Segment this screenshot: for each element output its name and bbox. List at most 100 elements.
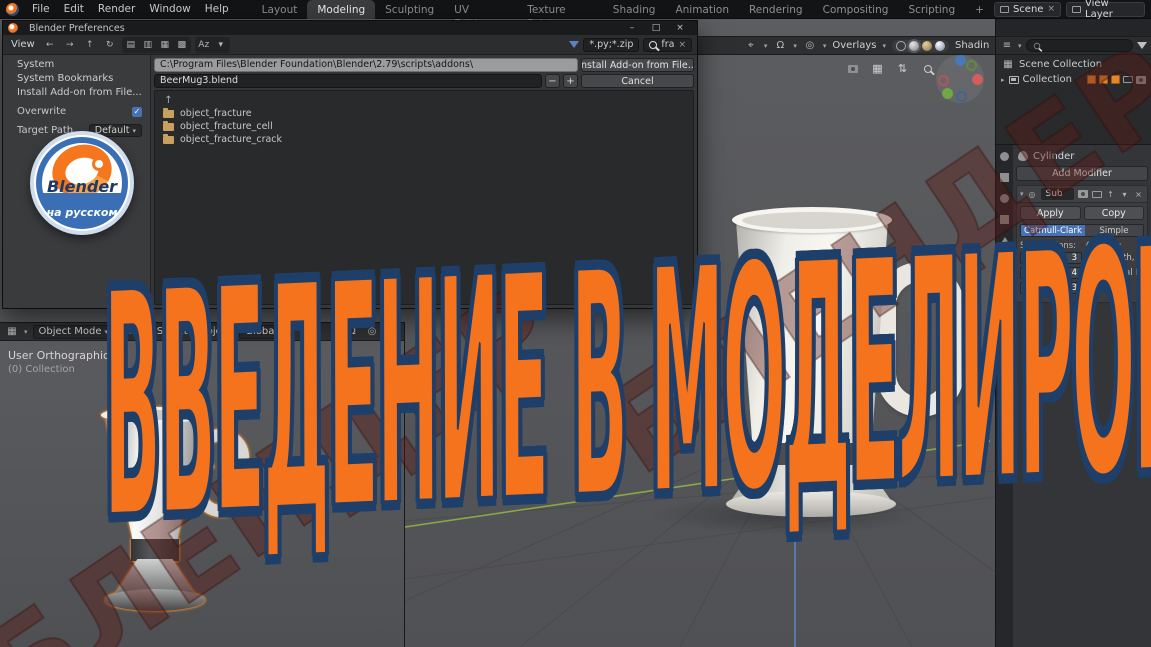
render-tab-icon[interactable] bbox=[996, 170, 1013, 185]
file-row[interactable]: object_fracture_crack bbox=[155, 133, 693, 146]
object-tab-icon[interactable] bbox=[996, 275, 1013, 290]
back-icon[interactable]: ← bbox=[42, 38, 58, 52]
sort-order-icon[interactable]: ▾ bbox=[213, 38, 229, 52]
mug-object[interactable] bbox=[648, 207, 1008, 537]
tab-animation[interactable]: Animation bbox=[665, 0, 739, 19]
pan-hand-icon[interactable]: ⇅ bbox=[895, 61, 910, 76]
tab-shading[interactable]: Shading bbox=[603, 0, 666, 19]
camera-view-icon[interactable] bbox=[845, 61, 860, 76]
sidebar-item-system-bookmarks[interactable]: System Bookmarks bbox=[3, 72, 150, 86]
snap-magnet-icon[interactable]: Ω bbox=[345, 325, 359, 339]
navigation-gizmo[interactable] bbox=[936, 55, 984, 103]
render-subdivisions-field[interactable]: Render: 4 bbox=[1020, 267, 1082, 279]
object-menu[interactable]: Object bbox=[196, 326, 235, 337]
parent-dir-icon[interactable]: ↑ bbox=[82, 38, 98, 52]
modifier-name-field[interactable]: Sub bbox=[1040, 188, 1074, 200]
minimize-button[interactable]: – bbox=[620, 21, 644, 35]
physics-tab-icon[interactable] bbox=[996, 317, 1013, 332]
menu-file[interactable]: File bbox=[25, 0, 57, 19]
view-subdivisions-field[interactable]: View: 3 bbox=[1020, 252, 1082, 264]
thumbnail-icon[interactable]: ▦ bbox=[157, 38, 173, 52]
delete-modifier-icon[interactable]: × bbox=[1133, 189, 1144, 200]
grid-toggle-icon[interactable]: ▦ bbox=[870, 61, 885, 76]
uv-smooth-option[interactable]: Smooth, keep co bbox=[1086, 252, 1144, 264]
horizontal-list-icon[interactable]: ▥ bbox=[140, 38, 156, 52]
file-row[interactable]: object_fracture_cell bbox=[155, 120, 693, 133]
tab-uv-editing[interactable]: UV Editing bbox=[444, 0, 517, 30]
close-button[interactable]: × bbox=[668, 21, 692, 35]
tab-layout[interactable]: Layout bbox=[252, 0, 308, 19]
tab-scripting[interactable]: Scripting bbox=[898, 0, 965, 19]
decrement-button[interactable]: − bbox=[545, 74, 560, 88]
secondary-3d-viewport[interactable]: ▦ ▾ Object Mode ▾ View Select Object Glo… bbox=[0, 322, 405, 647]
editor-type-icon[interactable]: ▦ bbox=[5, 325, 19, 339]
tab-rendering[interactable]: Rendering bbox=[739, 0, 813, 19]
directory-path-input[interactable]: C:\Program Files\Blender Foundation\Blen… bbox=[154, 58, 578, 72]
gizmo-x-axis[interactable] bbox=[972, 74, 983, 85]
move-up-icon[interactable]: ↑ bbox=[1105, 189, 1116, 200]
tab-sculpting[interactable]: Sculpting bbox=[375, 0, 444, 19]
increment-button[interactable]: + bbox=[563, 74, 578, 88]
menu-render[interactable]: Render bbox=[91, 0, 142, 19]
rendered-shading-icon[interactable] bbox=[935, 40, 945, 51]
mode-dropdown[interactable]: Object Mode ▾ bbox=[32, 324, 115, 339]
parent-directory-row[interactable]: ↑ bbox=[155, 94, 693, 107]
tab-compositing[interactable]: Compositing bbox=[813, 0, 899, 19]
overlays-dropdown[interactable]: Overlays bbox=[832, 40, 876, 51]
copy-button[interactable]: Copy bbox=[1083, 206, 1144, 220]
checkbox-icon[interactable] bbox=[1086, 268, 1095, 278]
material-shading-icon[interactable] bbox=[922, 40, 932, 51]
file-search-input[interactable]: fra × bbox=[643, 37, 692, 52]
modifiers-tab-icon[interactable] bbox=[996, 296, 1013, 311]
orientation-dropdown[interactable]: Global ▾ bbox=[239, 324, 290, 339]
wireframe-shading-icon[interactable] bbox=[896, 40, 906, 51]
apply-button[interactable]: Apply bbox=[1020, 206, 1081, 220]
scene-collection-row[interactable]: ▦ Scene Collection bbox=[996, 57, 1151, 72]
disclosure-triangle-icon[interactable]: ▸ bbox=[1001, 76, 1005, 84]
tab-texture-paint[interactable]: Texture Paint bbox=[517, 0, 603, 30]
solid-shading-icon[interactable] bbox=[909, 40, 919, 51]
detail-list-icon[interactable]: ▩ bbox=[174, 38, 190, 52]
gizmo-z-neg-axis[interactable] bbox=[956, 91, 967, 102]
file-extension-filter-field[interactable]: *.py;*.zip bbox=[583, 37, 640, 52]
quality-field[interactable]: Quality: 3 bbox=[1020, 282, 1082, 294]
maximize-button[interactable]: □ bbox=[644, 21, 668, 35]
gizmo-y-axis[interactable] bbox=[942, 88, 953, 99]
tab-modeling[interactable]: Modeling bbox=[307, 0, 376, 19]
filter-funnel-icon[interactable] bbox=[1137, 42, 1147, 49]
viewport-visibility-icon[interactable] bbox=[1123, 76, 1133, 83]
refresh-icon[interactable]: ↻ bbox=[102, 38, 118, 52]
vertical-list-icon[interactable]: ▤ bbox=[123, 38, 139, 52]
collection-row[interactable]: ▸ Collection bbox=[996, 72, 1151, 87]
output-tab-icon[interactable] bbox=[996, 191, 1013, 206]
shading-popover-label[interactable]: Shading bbox=[955, 40, 989, 51]
select-menu[interactable]: Select bbox=[154, 326, 191, 337]
render-toggle-icon[interactable] bbox=[1077, 189, 1088, 200]
preferences-titlebar[interactable]: Blender Preferences – □ × bbox=[3, 21, 697, 35]
filename-input[interactable]: BeerMug3.blend bbox=[154, 74, 542, 88]
cancel-button[interactable]: Cancel bbox=[581, 74, 694, 88]
view-layer-tab-icon[interactable] bbox=[996, 212, 1013, 227]
install-addon-button[interactable]: Install Add-on from File... bbox=[581, 58, 694, 72]
object-cube-icon[interactable] bbox=[1111, 75, 1120, 84]
add-workspace-button[interactable]: + bbox=[965, 0, 994, 19]
scene-tab-icon[interactable] bbox=[996, 233, 1013, 248]
view-menu[interactable]: View bbox=[119, 326, 149, 337]
outliner-search-input[interactable] bbox=[1025, 39, 1133, 52]
file-row[interactable]: object_fracture bbox=[155, 107, 693, 120]
clear-search-icon[interactable]: × bbox=[678, 40, 686, 50]
sort-alpha-icon[interactable]: Az bbox=[196, 38, 212, 52]
pivot-point-icon[interactable]: ⌖ bbox=[385, 325, 399, 339]
scene-selector[interactable]: Scene × bbox=[993, 1, 1061, 17]
gizmo-y-neg-axis[interactable] bbox=[966, 60, 977, 71]
optimal-display-option[interactable]: Optimal Displ bbox=[1086, 267, 1144, 279]
sidebar-item-install-addon[interactable]: Install Add-on from File... bbox=[3, 86, 150, 100]
menu-edit[interactable]: Edit bbox=[57, 0, 91, 19]
gizmo-z-axis[interactable] bbox=[955, 55, 966, 66]
object-cube-icon[interactable] bbox=[1099, 75, 1108, 84]
tool-tab-icon[interactable] bbox=[996, 149, 1013, 164]
overwrite-checkbox[interactable]: ✓ bbox=[132, 106, 142, 117]
transform-orientation-icon[interactable]: ⌖ bbox=[744, 39, 758, 53]
editor-type-icon[interactable]: ≡ bbox=[1000, 39, 1014, 53]
catmull-clark-button[interactable]: Catmull-Clark bbox=[1021, 225, 1085, 236]
